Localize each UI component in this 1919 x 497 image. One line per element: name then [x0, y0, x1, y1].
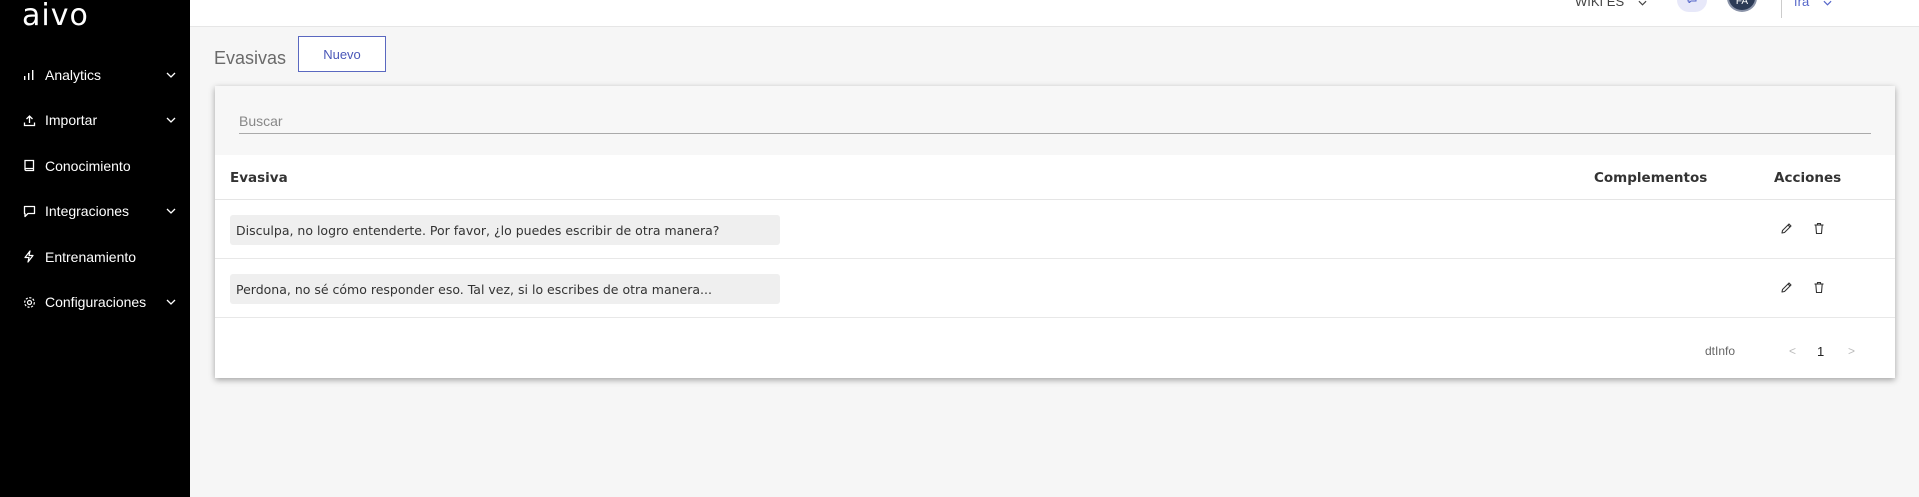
edit-icon[interactable]	[1778, 220, 1794, 236]
search-bar	[215, 86, 1895, 155]
sidebar: aivo Analytics Importar Conocimiento Int…	[0, 0, 190, 497]
wiki-label: WIKI ES	[1575, 0, 1625, 9]
chat-button[interactable]	[1677, 0, 1707, 12]
evasiva-text[interactable]: Perdona, no sé cómo responder eso. Tal v…	[230, 274, 780, 304]
chevron-down-icon	[1638, 0, 1647, 9]
column-header-complementos: Complementos	[1594, 170, 1708, 186]
table-header: Evasiva Complementos Acciones	[215, 155, 1895, 200]
bar-chart-icon	[22, 68, 36, 82]
chat-icon	[22, 204, 36, 218]
page-title: Evasivas	[214, 48, 287, 68]
topbar: WIKI ES FA fra	[190, 0, 1919, 27]
avatar-initials: FA	[1735, 0, 1749, 7]
chevron-down-icon	[1823, 0, 1832, 9]
delete-icon[interactable]	[1811, 220, 1827, 236]
chat-icon	[1687, 0, 1697, 8]
sidebar-item-configuraciones[interactable]: Configuraciones	[0, 280, 190, 326]
table-row: Disculpa, no logro entenderte. Por favor…	[215, 200, 1895, 259]
chevron-down-icon	[166, 297, 176, 307]
upload-icon	[22, 113, 36, 127]
sidebar-item-integraciones[interactable]: Integraciones	[0, 189, 190, 235]
sidebar-item-label: Entrenamiento	[45, 248, 137, 265]
gear-icon	[22, 295, 36, 309]
chevron-down-icon	[166, 206, 176, 216]
search-input[interactable]	[239, 108, 1871, 134]
column-header-evasiva: Evasiva	[230, 170, 288, 186]
book-icon	[22, 159, 36, 173]
sidebar-item-conocimiento[interactable]: Conocimiento	[0, 143, 190, 189]
pagination-prev[interactable]: <	[1789, 344, 1796, 358]
edit-icon[interactable]	[1778, 279, 1794, 295]
divider	[1781, 0, 1782, 18]
sidebar-item-label: Analytics	[45, 66, 102, 83]
table-row: Perdona, no sé cómo responder eso. Tal v…	[215, 259, 1895, 318]
user-avatar[interactable]: FA	[1727, 0, 1757, 12]
delete-icon[interactable]	[1811, 279, 1827, 295]
sidebar-item-analytics[interactable]: Analytics	[0, 52, 190, 98]
column-header-acciones: Acciones	[1774, 170, 1842, 186]
language-selector[interactable]: fra	[1794, 0, 1832, 9]
lang-label: fra	[1794, 0, 1810, 9]
aivo-logo[interactable]: aivo	[22, 0, 89, 32]
chevron-down-icon	[166, 115, 176, 125]
sidebar-nav: Analytics Importar Conocimiento Integrac…	[0, 52, 190, 325]
evasivas-card: Evasiva Complementos Acciones Disculpa, …	[215, 86, 1895, 378]
sidebar-item-label: Importar	[45, 112, 98, 129]
chevron-down-icon	[166, 70, 176, 80]
sidebar-item-label: Configuraciones	[45, 294, 147, 311]
new-button[interactable]: Nuevo	[298, 36, 386, 72]
wiki-selector[interactable]: WIKI ES	[1575, 0, 1647, 9]
sidebar-item-label: Integraciones	[45, 203, 130, 220]
sidebar-item-importar[interactable]: Importar	[0, 98, 190, 144]
evasiva-text[interactable]: Disculpa, no logro entenderte. Por favor…	[230, 215, 780, 245]
sidebar-item-entrenamiento[interactable]: Entrenamiento	[0, 234, 190, 280]
pagination-next[interactable]: >	[1848, 344, 1855, 358]
pagination-info: dtInfo	[1705, 344, 1736, 358]
sidebar-item-label: Conocimiento	[45, 157, 131, 174]
pagination-page[interactable]: 1	[1817, 344, 1824, 359]
bolt-icon	[22, 250, 36, 264]
